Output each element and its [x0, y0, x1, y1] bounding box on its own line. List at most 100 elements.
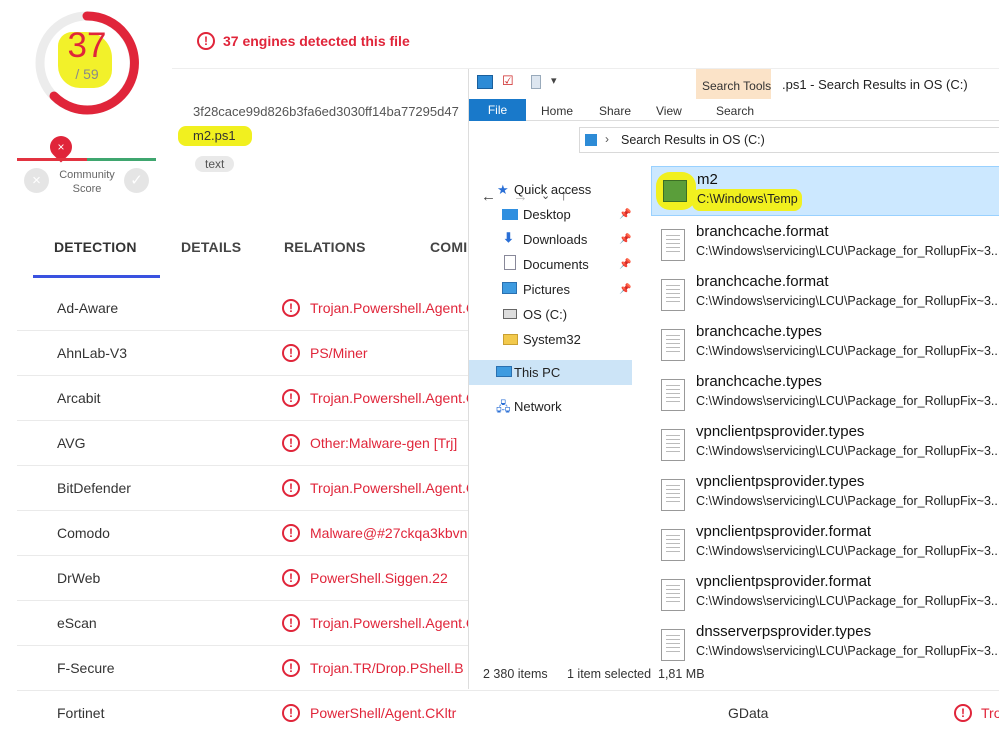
downloads-icon: ⬇: [503, 230, 514, 245]
engine-name: AhnLab-V3: [57, 345, 128, 361]
list-item[interactable]: branchcache.types C:\Windows\servicing\LC…: [651, 319, 999, 369]
file-name: vpnclientpsprovider.types: [696, 473, 865, 490]
file-name: vpnclientpsprovider.types: [696, 423, 865, 440]
ribbon-home-tab[interactable]: Home: [541, 104, 573, 118]
list-item[interactable]: branchcache.types C:\Windows\servicing\LC…: [651, 369, 999, 419]
documents-icon: [504, 255, 516, 270]
detection-result: Trojan.Powershell.Agent.CK: [310, 615, 486, 631]
total-engines: / 59: [75, 66, 99, 82]
customize-toolbar-icon[interactable]: ▾: [551, 74, 557, 87]
address-path: Search Results in OS (C:): [621, 133, 765, 147]
list-item[interactable]: branchcache.format C:\Windows\servicing\L…: [651, 269, 999, 319]
back-arrow-icon[interactable]: ←: [481, 188, 496, 205]
desktop-icon: [502, 209, 518, 220]
pin-icon: 📌: [619, 259, 632, 270]
nav-desktop[interactable]: Desktop: [523, 207, 571, 222]
document-icon: [661, 279, 685, 311]
list-item[interactable]: m2 C:\Windows\Temp: [651, 166, 999, 216]
detection-result: Other:Malware-gen [Trj]: [310, 435, 458, 451]
file-name: branchcache.format: [696, 223, 829, 240]
document-icon: [661, 529, 685, 561]
tab-relations[interactable]: RELATIONS: [284, 239, 366, 255]
file-path: C:\Windows\servicing\LCU\Package_for_Rol…: [696, 394, 999, 408]
tab-details[interactable]: DETAILS: [181, 239, 241, 255]
nav-quick-access[interactable]: Quick access: [514, 182, 591, 197]
list-item[interactable]: dnsserverpsprovider.types C:\Windows\serv…: [651, 619, 999, 669]
detection-result: PowerShell/Agent.CKltr: [310, 705, 457, 721]
nav-os-drive[interactable]: OS (C:): [523, 307, 567, 322]
ribbon-search-tab[interactable]: Search: [716, 104, 754, 118]
ribbon-view-tab[interactable]: View: [656, 104, 682, 118]
document-icon: [661, 229, 685, 261]
properties-icon[interactable]: ☑: [502, 73, 514, 89]
warning-icon: !: [282, 569, 300, 587]
address-bar[interactable]: › Search Results in OS (C:): [579, 127, 999, 153]
document-icon: [661, 479, 685, 511]
ribbon-share-tab[interactable]: Share: [599, 104, 631, 118]
file-name: m2: [697, 171, 718, 188]
nav-documents[interactable]: Documents: [523, 257, 589, 272]
nav-this-pc[interactable]: This PC: [514, 365, 560, 380]
ribbon-file-tab[interactable]: File: [469, 99, 526, 121]
warning-icon: !: [282, 389, 300, 407]
tab-detection[interactable]: DETECTION: [54, 239, 137, 255]
warning-icon: !: [282, 299, 300, 317]
file-path: C:\Windows\servicing\LCU\Package_for_Rol…: [696, 244, 999, 258]
file-name: vpnclientpsprovider.format: [696, 573, 872, 590]
vote-down-button[interactable]: ×: [24, 168, 49, 193]
file-name: branchcache.types: [696, 373, 822, 390]
file-name: m2.ps1: [178, 126, 252, 146]
list-item[interactable]: vpnclientpsprovider.types C:\Windows\serv…: [651, 469, 999, 519]
detection-result: PowerShell.Siggen.22: [310, 570, 448, 586]
warning-icon: !: [282, 524, 300, 542]
new-folder-icon[interactable]: [531, 75, 541, 89]
nav-network[interactable]: Network: [514, 399, 562, 414]
vote-up-button[interactable]: ✓: [124, 168, 149, 193]
warning-icon: !: [282, 479, 300, 497]
file-path: C:\Windows\servicing\LCU\Package_for_Rol…: [696, 644, 999, 658]
detection-result: Trojan.Powershell.Agent.CK: [310, 390, 486, 406]
file-path: C:\Windows\servicing\LCU\Package_for_Rol…: [696, 294, 999, 308]
engine-name: AVG: [57, 435, 86, 451]
active-tab-underline: [33, 275, 160, 278]
nav-downloads[interactable]: Downloads: [523, 232, 587, 247]
warning-icon: !: [282, 434, 300, 452]
engine-name: Comodo: [57, 525, 110, 541]
community-score-bar: [17, 158, 156, 161]
engine-name: Arcabit: [57, 390, 101, 406]
nav-system32[interactable]: System32: [523, 332, 581, 347]
document-icon: [661, 379, 685, 411]
document-icon: [661, 429, 685, 461]
alert-icon: !: [197, 32, 215, 50]
file-path: C:\Windows\servicing\LCU\Package_for_Rol…: [696, 344, 999, 358]
folder-icon: [477, 75, 493, 89]
file-path: C:\Windows\servicing\LCU\Package_for_Rol…: [696, 444, 999, 458]
list-item[interactable]: vpnclientpsprovider.types C:\Windows\serv…: [651, 419, 999, 469]
pin-icon: 📌: [619, 209, 632, 220]
breadcrumb-chevron-icon: ›: [605, 132, 609, 146]
list-item[interactable]: vpnclientpsprovider.format C:\Windows\ser…: [651, 519, 999, 569]
file-path: C:\Windows\Temp: [697, 192, 798, 206]
document-icon: [661, 579, 685, 611]
engine-name: Ad-Aware: [57, 300, 119, 316]
file-path: C:\Windows\servicing\LCU\Package_for_Rol…: [696, 594, 999, 608]
engine-name: DrWeb: [57, 570, 101, 586]
detection-result: Trojan.Powershell.Agent.CK: [310, 300, 486, 316]
item-count: 2 380 items: [483, 667, 548, 681]
detection-result: Trojan.TR/Drop.PShell.B: [310, 660, 464, 676]
list-item[interactable]: vpnclientpsprovider.format C:\Windows\ser…: [651, 569, 999, 619]
star-icon: ★: [497, 182, 509, 197]
file-hash: 3f28cace99d826b3fa6ed3030ff14ba77295d47: [193, 104, 459, 119]
detection-result: PS/Miner: [310, 345, 368, 361]
list-item[interactable]: branchcache.format C:\Windows\servicing\L…: [651, 219, 999, 269]
tab-community[interactable]: COMI: [430, 239, 467, 255]
detection-score: 37 / 59: [52, 26, 122, 92]
pin-icon: 📌: [619, 284, 632, 295]
nav-pictures[interactable]: Pictures: [523, 282, 570, 297]
engine-name: Fortinet: [57, 705, 105, 721]
detected-count: 37: [67, 26, 107, 65]
engine-name: F-Secure: [57, 660, 115, 676]
selection-count: 1 item selected: [567, 667, 652, 681]
detection-result: Tro: [981, 705, 999, 721]
file-tag[interactable]: text: [195, 156, 235, 172]
